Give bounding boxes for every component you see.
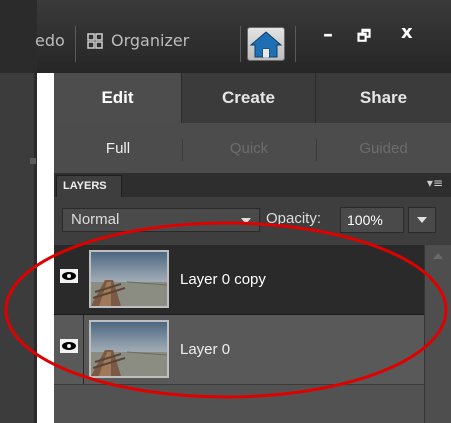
blend-mode-select[interactable]: Normal [62,208,260,232]
layer-name: Layer 0 [180,341,231,358]
organizer-button[interactable]: Organizer [87,24,237,64]
title-bar: edo Organizer – 🗗 x [35,0,451,73]
edit-sub-tabs: Full Quick Guided [54,123,451,173]
visibility-toggle[interactable] [54,315,84,384]
layer-name: Layer 0 copy [180,271,266,288]
opacity-label: Opacity: [266,210,322,227]
organizer-icon [87,33,103,49]
home-button[interactable] [247,27,285,61]
mode-tabs: Edit Create Share [54,73,451,123]
layers-panel-header: LAYERS ▾≡ [54,173,451,197]
organizer-label: Organizer [111,31,190,50]
panel-menu-icon[interactable]: ▾≡ [427,176,443,190]
dropdown-arrow-icon [417,217,427,223]
left-strip-topbar [0,0,37,73]
layer-row[interactable]: Layer 0 [54,315,424,385]
opacity-input[interactable]: 100% [340,207,404,233]
tab-guided[interactable]: Guided [316,123,451,173]
tab-share[interactable]: Share [316,73,451,123]
eye-icon [60,269,78,283]
tab-edit[interactable]: Edit [54,73,182,123]
left-strip-column [0,73,37,423]
layer-thumbnail [89,320,169,378]
left-strip-notch [30,158,36,164]
scroll-up-arrow-icon[interactable] [433,253,443,259]
tab-create[interactable]: Create [182,73,316,123]
landscape-thumbnail-image [91,322,167,376]
tab-quick[interactable]: Quick [182,123,316,173]
minimize-button[interactable]: – [323,22,333,46]
left-strip-edge [34,73,37,423]
landscape-thumbnail-image [91,252,167,306]
dropdown-arrow-icon [241,218,251,224]
titlebar-partial-text: edo [35,31,65,50]
titlebar-separator [295,26,296,62]
restore-button[interactable]: 🗗 [357,26,371,51]
close-button[interactable]: x [401,22,413,43]
layers-panel-tab[interactable]: LAYERS [56,175,122,197]
layer-row[interactable]: Layer 0 copy [54,245,424,315]
tab-full[interactable]: Full [54,123,182,173]
workspace-left-strip [0,0,37,423]
blend-opacity-row: Normal Opacity: 100% [54,197,451,245]
home-icon [249,31,283,58]
visibility-toggle[interactable] [54,245,84,314]
layers-list: Layer 0 copy Layer 0 [54,245,451,423]
titlebar-separator [75,26,76,62]
photoshop-elements-window: edo Organizer – 🗗 x Edit Create Share Fu… [0,0,451,423]
eye-icon [60,339,78,353]
layer-thumbnail [89,250,169,308]
layers-scrollbar[interactable] [424,245,451,423]
titlebar-separator [240,26,241,62]
blend-mode-value: Normal [71,211,120,228]
opacity-dropdown-button[interactable] [408,207,436,233]
